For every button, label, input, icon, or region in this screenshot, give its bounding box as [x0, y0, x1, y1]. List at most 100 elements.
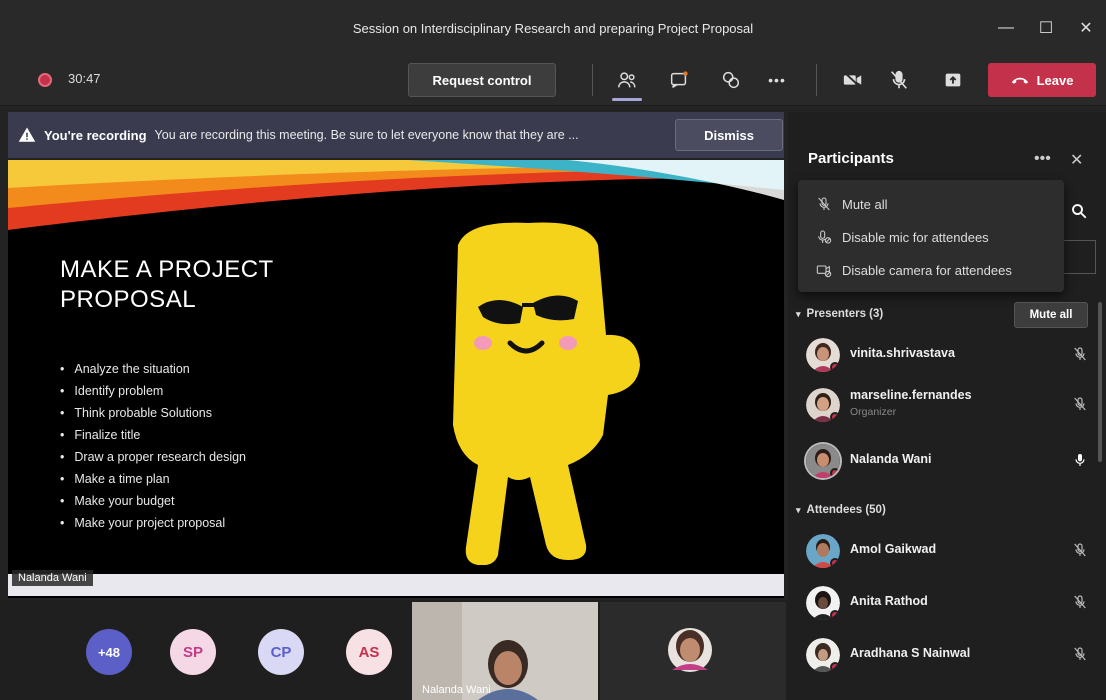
avatar[interactable]: AS: [346, 629, 392, 675]
panel-scrollbar[interactable]: [1098, 302, 1102, 462]
reactions-button[interactable]: [716, 66, 746, 94]
share-tray-icon: [945, 73, 961, 87]
section-label: Attendees (50): [806, 504, 886, 516]
mic-off-icon: [1074, 347, 1086, 361]
panel-title: Participants: [808, 150, 894, 167]
teams-meeting-window: Session on Interdisciplinary Research an…: [0, 0, 1106, 700]
mic-off-icon: [1074, 647, 1086, 661]
avatar: [806, 338, 840, 372]
search-icon[interactable]: [1070, 202, 1088, 220]
self-view-tile[interactable]: [600, 602, 786, 700]
slide-bullet: Make a time plan: [60, 468, 246, 490]
avatar: [806, 388, 840, 422]
participants-options-menu: Mute all Disable mic for attendees Disab…: [798, 180, 1064, 292]
avatar: [806, 638, 840, 672]
menu-item-label: Disable mic for attendees: [842, 229, 989, 245]
mic-off-icon: [818, 197, 830, 211]
slide-title: MAKE A PROJECT PROPOSAL: [60, 255, 274, 315]
mic-off-icon: [1074, 397, 1086, 411]
status-badge: [830, 610, 840, 620]
leave-label: Leave: [1036, 72, 1074, 88]
window-controls: — ☐ ✕: [986, 0, 1106, 56]
slide-bullet: Finalize title: [60, 424, 246, 446]
maximize-button[interactable]: ☐: [1026, 0, 1066, 56]
participant-name: vinita.shrivastava: [850, 346, 955, 360]
camera-off-icon: [843, 71, 862, 89]
microphone-toggle-button[interactable]: [884, 66, 914, 94]
participant-row[interactable]: Aradhana S Nainwal: [806, 632, 1096, 676]
window-title: Session on Interdisciplinary Research an…: [352, 20, 754, 36]
chat-toggle-button[interactable]: [664, 66, 694, 94]
camera-toggle-button[interactable]: [838, 66, 868, 94]
video-tile-name: Nalanda Wani: [422, 684, 491, 696]
mic-icon: [1075, 454, 1085, 466]
chevron-down-icon: ▾: [796, 308, 801, 319]
mute-all-button[interactable]: Mute all: [1014, 302, 1088, 328]
slide-title-line: MAKE A PROJECT: [60, 256, 274, 283]
title-bar: Session on Interdisciplinary Research an…: [0, 0, 1106, 56]
participant-role: Organizer: [850, 406, 897, 418]
status-badge: [830, 468, 840, 478]
slide-bullet: Analyze the situation: [60, 358, 246, 380]
participant-video-tile[interactable]: Nalanda Wani: [412, 602, 598, 700]
mic-off-icon: [1074, 543, 1086, 557]
participants-panel: Participants ••• ✕ Mute all Disable mic …: [788, 112, 1106, 700]
leave-button[interactable]: Leave: [988, 63, 1096, 97]
participant-row[interactable]: vinita.shrivastava: [806, 332, 1096, 376]
menu-item-mute-all[interactable]: Mute all: [798, 188, 1064, 220]
avatar: [806, 534, 840, 568]
participant-name: marseline.fernandes: [850, 388, 972, 402]
panel-more-options-button[interactable]: •••: [1034, 150, 1051, 168]
participants-toggle-button[interactable]: [612, 66, 642, 94]
phone-hangup-icon: [1011, 77, 1028, 84]
meeting-timer: 30:47: [68, 71, 101, 86]
camera-disable-icon: [816, 265, 832, 278]
slide-bullet: Make your budget: [60, 490, 246, 512]
participant-row[interactable]: Amol Gaikwad: [806, 528, 1096, 572]
mic-disable-icon: [818, 230, 832, 244]
menu-item-disable-camera[interactable]: Disable camera for attendees: [798, 254, 1064, 286]
warning-icon: [18, 127, 36, 142]
slide-decoration-swoosh: [8, 160, 784, 230]
participant-name: Nalanda Wani: [850, 452, 932, 466]
close-window-button[interactable]: ✕: [1066, 0, 1106, 56]
slide-bullet-list: Analyze the situation Identify problem T…: [60, 358, 246, 534]
participant-name: Amol Gaikwad: [850, 542, 937, 556]
mic-off-icon: [1074, 595, 1086, 609]
dismiss-button[interactable]: Dismiss: [675, 119, 783, 151]
more-participants-avatar[interactable]: +48: [86, 629, 132, 675]
share-content-button[interactable]: [938, 66, 968, 94]
status-badge: [830, 412, 840, 422]
panel-close-button[interactable]: ✕: [1070, 150, 1083, 170]
self-avatar: [668, 628, 712, 672]
avatar: [806, 444, 840, 478]
status-badge: [830, 662, 840, 672]
menu-item-label: Disable camera for attendees: [842, 262, 1012, 278]
participant-row[interactable]: Anita Rathod: [806, 580, 1096, 624]
request-control-button[interactable]: Request control: [408, 63, 556, 97]
minimize-button[interactable]: —: [986, 0, 1026, 56]
toolbar-divider: [592, 64, 593, 96]
more-actions-button[interactable]: •••: [762, 66, 792, 94]
meeting-toolbar: 30:47 Request control ••• Leave: [0, 56, 1106, 106]
mic-off-icon: [891, 70, 907, 89]
toolbar-divider: [816, 64, 817, 96]
recording-banner: You're recording You are recording this …: [8, 112, 784, 158]
participant-strip: +48 SP CP AS Nalanda Wani: [0, 600, 790, 700]
presenter-name-tag: Nalanda Wani: [12, 570, 93, 586]
avatar[interactable]: CP: [258, 629, 304, 675]
section-label: Presenters (3): [806, 308, 884, 320]
slide-bullet: Identify problem: [60, 380, 246, 402]
status-badge: [830, 362, 840, 372]
presenters-section-header[interactable]: ▾ Presenters (3): [796, 308, 883, 320]
participant-row[interactable]: marseline.fernandes Organizer: [806, 382, 1096, 426]
participant-row[interactable]: Nalanda Wani: [806, 438, 1096, 482]
chevron-down-icon: ▾: [796, 504, 801, 515]
active-tab-indicator: [612, 98, 642, 101]
attendees-section-header[interactable]: ▾ Attendees (50): [796, 504, 886, 516]
slide-title-line: PROPOSAL: [60, 286, 197, 313]
menu-item-label: Mute all: [842, 196, 888, 212]
avatar[interactable]: SP: [170, 629, 216, 675]
reactions-icon: [722, 71, 740, 89]
menu-item-disable-mic[interactable]: Disable mic for attendees: [798, 221, 1064, 253]
